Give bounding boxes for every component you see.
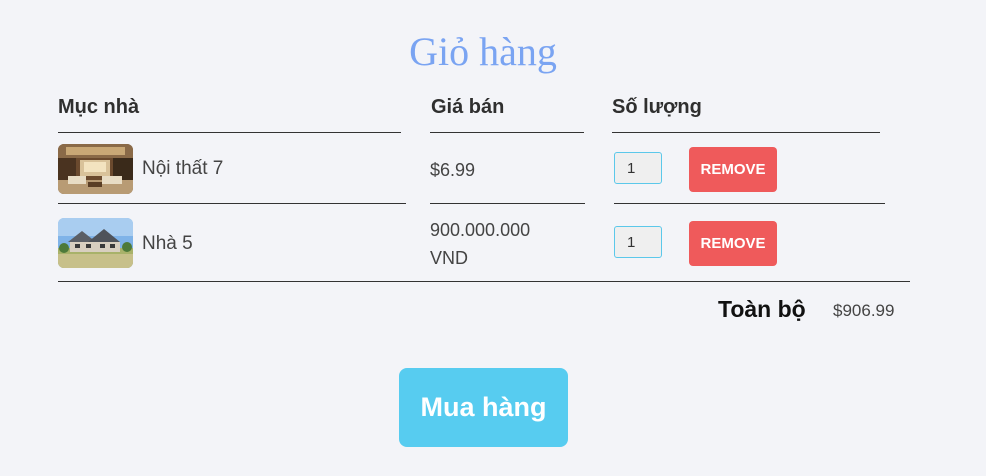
item-name: Nhà 5 — [142, 233, 193, 254]
item-price-value: $6.99 — [430, 160, 476, 180]
remove-button[interactable]: REMOVE — [689, 221, 777, 266]
column-header-price: Giá bán — [431, 96, 505, 118]
product-image-house — [58, 218, 133, 268]
column-header-quantity: Số lượng — [612, 96, 702, 118]
checkout-button[interactable]: Mua hàng — [399, 368, 568, 447]
divider — [430, 203, 585, 204]
item-price-value: 900.000.000 — [430, 220, 531, 240]
item-price: 900.000.000 VND — [430, 216, 530, 272]
product-image-living-room — [58, 144, 133, 194]
page-title: Giỏ hàng — [409, 29, 557, 74]
item-price-currency: VND — [430, 248, 469, 268]
total-value: $906.99 — [833, 301, 895, 320]
total-label: Toàn bộ — [718, 296, 806, 322]
divider — [430, 132, 584, 133]
quantity-input[interactable] — [614, 226, 662, 258]
divider — [58, 203, 406, 204]
column-header-item: Mục nhà — [58, 96, 140, 118]
divider — [614, 203, 885, 204]
divider — [612, 132, 880, 133]
divider — [58, 132, 401, 133]
item-name: Nội thất 7 — [142, 158, 224, 179]
divider — [58, 281, 910, 282]
remove-button[interactable]: REMOVE — [689, 147, 777, 192]
quantity-input[interactable] — [614, 152, 662, 184]
item-price: $6.99 — [430, 156, 475, 184]
